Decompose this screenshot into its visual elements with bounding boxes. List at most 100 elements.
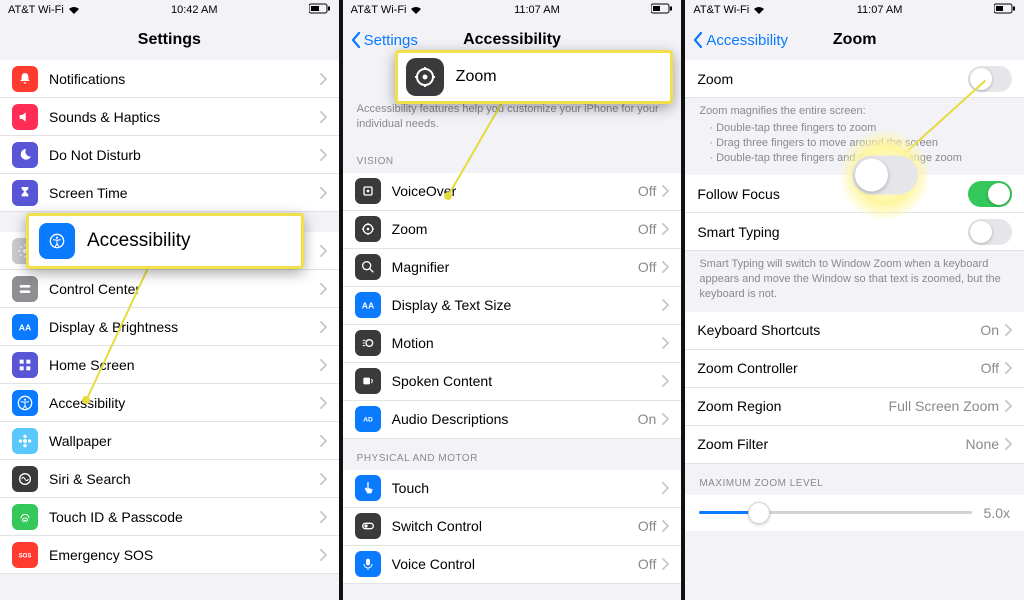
screen-zoom: AT&T Wi-Fi 11:07 AM Accessibility Zoom Z… <box>685 0 1024 600</box>
back-button[interactable]: Settings <box>351 32 418 49</box>
row-label: Switch Control <box>392 518 638 534</box>
row-voiceover[interactable]: VoiceOverOff <box>343 173 682 211</box>
row-home-screen[interactable]: Home Screen <box>0 346 339 384</box>
chevron-right-icon <box>320 149 327 161</box>
chevron-right-icon <box>662 223 669 235</box>
max-zoom-header: MAXIMUM ZOOM LEVEL <box>685 464 1024 495</box>
row-display-brightness[interactable]: AADisplay & Brightness <box>0 308 339 346</box>
row-label: Do Not Disturb <box>49 147 320 163</box>
page-title: Accessibility <box>463 31 561 49</box>
max-zoom-slider-row[interactable]: 5.0x <box>685 495 1024 531</box>
chevron-right-icon <box>1005 400 1012 412</box>
zoom-label: Zoom <box>697 71 968 87</box>
nav-bar: Settings <box>0 20 339 60</box>
voiceover-icon <box>355 178 381 204</box>
row-touch-id-passcode[interactable]: Touch ID & Passcode <box>0 498 339 536</box>
chevron-right-icon <box>320 435 327 447</box>
chevron-right-icon <box>662 261 669 273</box>
chevron-right-icon <box>662 185 669 197</box>
row-label: Home Screen <box>49 357 320 373</box>
row-zoom-filter[interactable]: Zoom FilterNone <box>685 426 1024 464</box>
sos-icon: SOS <box>12 542 38 568</box>
row-value: On <box>638 411 657 427</box>
row-label: Zoom Controller <box>697 360 980 376</box>
carrier-label: AT&T Wi-Fi <box>351 4 423 16</box>
switch-icon <box>355 513 381 539</box>
row-value: None <box>966 436 999 452</box>
svg-text:AD: AD <box>363 417 373 424</box>
battery-icon <box>994 3 1016 17</box>
row-motion[interactable]: Motion <box>343 325 682 363</box>
row-accessibility[interactable]: Accessibility <box>0 384 339 422</box>
row-display-text-size[interactable]: AADisplay & Text Size <box>343 287 682 325</box>
row-zoom[interactable]: ZoomOff <box>343 211 682 249</box>
flower-icon <box>12 428 38 454</box>
chevron-right-icon <box>662 558 669 570</box>
row-label: Touch ID & Passcode <box>49 509 320 525</box>
spoken-icon <box>355 368 381 394</box>
row-label: Voice Control <box>392 556 638 572</box>
row-keyboard-shortcuts[interactable]: Keyboard ShortcutsOn <box>685 312 1024 350</box>
bell-icon <box>12 66 38 92</box>
follow-focus-toggle[interactable] <box>968 181 1012 207</box>
row-zoom-controller[interactable]: Zoom ControllerOff <box>685 350 1024 388</box>
row-label: Spoken Content <box>392 373 663 389</box>
row-wallpaper[interactable]: Wallpaper <box>0 422 339 460</box>
row-label: General <box>49 243 320 259</box>
carrier-label: AT&T Wi-Fi <box>8 4 80 16</box>
row-spoken-content[interactable]: Spoken Content <box>343 363 682 401</box>
svg-text:SOS: SOS <box>19 553 32 559</box>
row-switch-control[interactable]: Switch ControlOff <box>343 508 682 546</box>
zoom-toggle-row[interactable]: Zoom <box>685 60 1024 98</box>
row-siri-search[interactable]: Siri & Search <box>0 460 339 498</box>
chevron-right-icon <box>662 375 669 387</box>
row-sounds-haptics[interactable]: Sounds & Haptics <box>0 98 339 136</box>
row-label: Zoom <box>392 221 638 237</box>
back-button[interactable]: Accessibility <box>693 32 788 49</box>
max-zoom-value: 5.0x <box>984 505 1010 521</box>
chevron-right-icon <box>662 337 669 349</box>
row-general[interactable]: General <box>0 232 339 270</box>
row-do-not-disturb[interactable]: Do Not Disturb <box>0 136 339 174</box>
intro-text: Accessibility features help you customiz… <box>343 60 682 142</box>
zoom-toggle[interactable] <box>968 66 1012 92</box>
row-magnifier[interactable]: MagnifierOff <box>343 249 682 287</box>
row-value: Off <box>638 259 656 275</box>
row-emergency-sos[interactable]: SOSEmergency SOS <box>0 536 339 574</box>
battery-icon <box>651 3 673 17</box>
chevron-right-icon <box>320 511 327 523</box>
follow-focus-row[interactable]: Follow Focus <box>685 175 1024 213</box>
row-control-center[interactable]: Control Center <box>0 270 339 308</box>
smart-typing-row[interactable]: Smart Typing <box>685 213 1024 251</box>
row-zoom-region[interactable]: Zoom RegionFull Screen Zoom <box>685 388 1024 426</box>
chevron-right-icon <box>320 73 327 85</box>
row-audio-descriptions[interactable]: AD Audio DescriptionsOn <box>343 401 682 439</box>
row-label: Motion <box>392 335 663 351</box>
row-value: Off <box>981 360 999 376</box>
row-notifications[interactable]: Notifications <box>0 60 339 98</box>
follow-focus-label: Follow Focus <box>697 186 968 202</box>
row-voice-control[interactable]: Voice ControlOff <box>343 546 682 584</box>
chevron-right-icon <box>320 359 327 371</box>
max-zoom-slider[interactable] <box>699 501 971 525</box>
nav-bar: Accessibility Zoom <box>685 20 1024 60</box>
chevron-right-icon <box>662 299 669 311</box>
chevron-right-icon <box>320 473 327 485</box>
row-touch[interactable]: Touch <box>343 470 682 508</box>
nav-bar: Settings Accessibility <box>343 20 682 60</box>
smart-typing-toggle[interactable] <box>968 219 1012 245</box>
row-screen-time[interactable]: Screen Time <box>0 174 339 212</box>
row-label: Notifications <box>49 71 320 87</box>
svg-text:AA: AA <box>19 322 32 332</box>
status-bar: AT&T Wi-Fi 10:42 AM <box>0 0 339 20</box>
motion-icon <box>355 330 381 356</box>
svg-text:AA: AA <box>361 301 374 311</box>
ad-icon: AD <box>355 406 381 432</box>
clock: 11:07 AM <box>857 4 903 16</box>
row-value: Off <box>638 183 656 199</box>
row-label: Audio Descriptions <box>392 411 638 427</box>
chevron-right-icon <box>320 111 327 123</box>
magnifier-icon <box>355 254 381 280</box>
grid-icon <box>12 352 38 378</box>
zoom-desc-item: Double-tap three fingers to zoom <box>709 121 1010 136</box>
